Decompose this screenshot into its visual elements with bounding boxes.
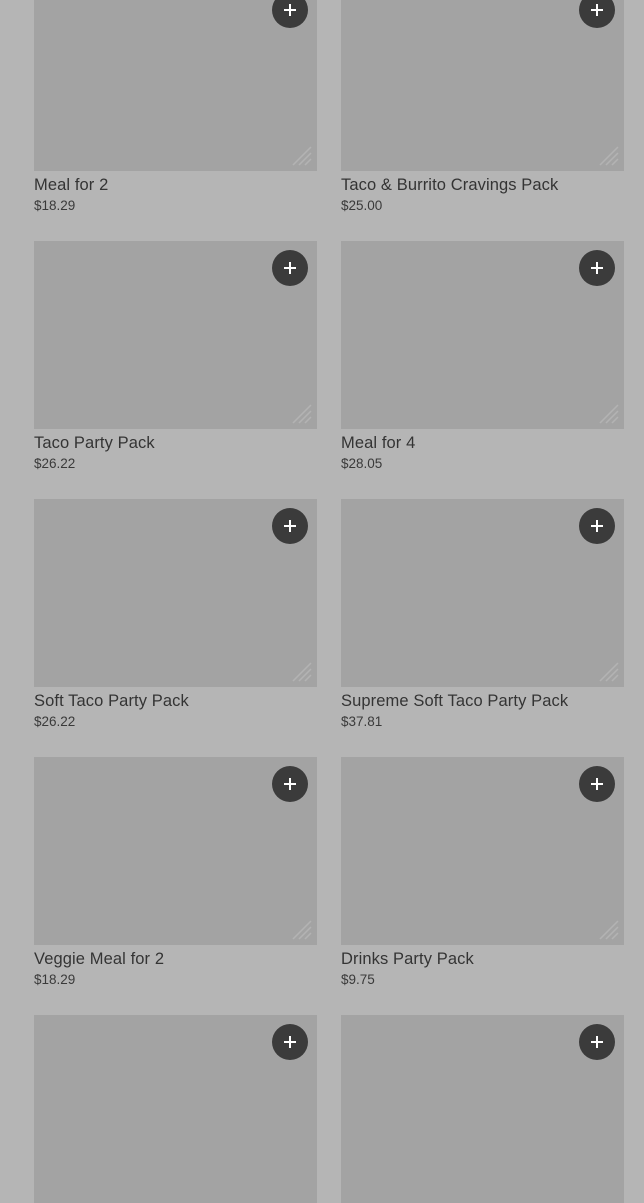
product-card[interactable] (34, 1015, 317, 1203)
plus-icon (284, 778, 296, 790)
product-price: $18.29 (34, 198, 76, 213)
plus-icon (591, 4, 603, 16)
product-price: $9.75 (341, 972, 375, 987)
image-watermark-icon (599, 662, 619, 682)
product-card[interactable]: Meal for 4 $28.05 (341, 241, 624, 471)
product-card[interactable]: Taco & Burrito Cravings Pack $25.00 (341, 0, 624, 213)
product-card[interactable] (341, 1015, 624, 1203)
product-price: $18.29 (34, 972, 76, 987)
product-info: Drinks Party Pack $9.75 (341, 945, 624, 988)
product-name[interactable]: Supreme Soft Taco Party Pack (341, 687, 624, 711)
product-name[interactable]: Drinks Party Pack (341, 945, 624, 969)
image-watermark-icon (599, 404, 619, 424)
product-info: Taco Party Pack $26.22 (34, 429, 317, 472)
add-to-cart-button[interactable] (272, 508, 308, 544)
product-card[interactable]: Soft Taco Party Pack $26.22 (34, 499, 317, 729)
plus-icon (591, 1036, 603, 1048)
plus-icon (591, 520, 603, 532)
product-name[interactable]: Meal for 4 (341, 429, 624, 453)
plus-icon (284, 262, 296, 274)
product-price: $26.22 (34, 456, 76, 471)
plus-icon (591, 778, 603, 790)
image-watermark-icon (292, 662, 312, 682)
product-name[interactable]: Soft Taco Party Pack (34, 687, 317, 711)
product-card[interactable]: Meal for 2 $18.29 (34, 0, 317, 213)
plus-icon (591, 262, 603, 274)
add-to-cart-button[interactable] (579, 250, 615, 286)
product-info: Taco & Burrito Cravings Pack $25.00 (341, 171, 624, 214)
product-info: Supreme Soft Taco Party Pack $37.81 (341, 687, 624, 730)
image-watermark-icon (292, 146, 312, 166)
product-price: $25.00 (341, 198, 383, 213)
image-watermark-icon (599, 920, 619, 940)
product-name[interactable]: Meal for 2 (34, 171, 317, 195)
product-image[interactable] (341, 0, 624, 171)
add-to-cart-button[interactable] (579, 508, 615, 544)
plus-icon (284, 1036, 296, 1048)
product-price: $37.81 (341, 714, 383, 729)
product-info: Veggie Meal for 2 $18.29 (34, 945, 317, 988)
product-info: Meal for 2 $18.29 (34, 171, 317, 214)
image-watermark-icon (292, 404, 312, 424)
plus-icon (284, 520, 296, 532)
product-card[interactable]: Veggie Meal for 2 $18.29 (34, 757, 317, 987)
product-price: $28.05 (341, 456, 383, 471)
add-to-cart-button[interactable] (272, 766, 308, 802)
product-info: Meal for 4 $28.05 (341, 429, 624, 472)
product-image[interactable] (34, 0, 317, 171)
plus-icon (284, 4, 296, 16)
product-grid: Meal for 2 $18.29 Taco & Burrito Craving… (34, 0, 624, 1203)
image-watermark-icon (292, 920, 312, 940)
product-name[interactable]: Veggie Meal for 2 (34, 945, 317, 969)
add-to-cart-button[interactable] (272, 1024, 308, 1060)
product-name[interactable]: Taco & Burrito Cravings Pack (341, 171, 624, 195)
product-card[interactable]: Taco Party Pack $26.22 (34, 241, 317, 471)
image-watermark-icon (599, 146, 619, 166)
product-card[interactable]: Drinks Party Pack $9.75 (341, 757, 624, 987)
product-info: Soft Taco Party Pack $26.22 (34, 687, 317, 730)
product-name[interactable]: Taco Party Pack (34, 429, 317, 453)
add-to-cart-button[interactable] (579, 766, 615, 802)
product-price: $26.22 (34, 714, 76, 729)
add-to-cart-button[interactable] (579, 1024, 615, 1060)
add-to-cart-button[interactable] (272, 250, 308, 286)
product-card[interactable]: Supreme Soft Taco Party Pack $37.81 (341, 499, 624, 729)
